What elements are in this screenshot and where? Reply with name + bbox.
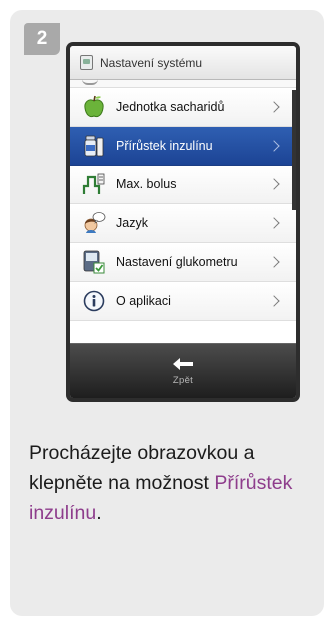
step-number-badge: 2 [24, 23, 60, 55]
meter-settings-icon [82, 250, 106, 274]
menu-item-label: Přírůstek inzulínu [116, 138, 213, 153]
insulin-vial-icon [82, 134, 106, 158]
menu-item-carb-unit[interactable]: Jednotka sacharidů [70, 88, 296, 127]
chevron-right-icon [268, 178, 280, 191]
screen-title-bar: Nastavení systému [70, 46, 296, 80]
back-button[interactable]: Zpět [70, 343, 296, 398]
menu-item-insulin-increment[interactable]: Přírůstek inzulínu [70, 126, 296, 166]
info-icon [82, 289, 106, 313]
chevron-right-icon [268, 256, 280, 268]
menu-item-label: Jednotka sacharidů [116, 99, 225, 114]
chevron-right-icon [268, 101, 280, 113]
menu-item-label: Max. bolus [116, 177, 177, 192]
chevron-right-icon [268, 217, 280, 229]
previous-item-peek [70, 80, 296, 88]
instruction-text: Procházejte obrazovkou a klepněte na mož… [29, 438, 319, 528]
menu-item-label: Jazyk [116, 216, 148, 231]
device-screen: Nastavení systému Jednotka sacharidů Pří… [70, 46, 296, 398]
chevron-right-icon [268, 295, 280, 307]
menu-item-language[interactable]: Jazyk [70, 204, 296, 244]
screen-title: Nastavení systému [100, 55, 203, 70]
menu-item-about[interactable]: O aplikaci [70, 281, 296, 321]
instruction-card: 2 Nastavení systému Jednotka sacharidů P… [10, 10, 324, 616]
back-label: Zpět [172, 374, 194, 386]
instruction-text-after: . [96, 502, 102, 524]
chevron-right-icon [268, 140, 280, 152]
language-icon [82, 211, 106, 235]
apple-icon [82, 95, 106, 119]
device-frame: Nastavení systému Jednotka sacharidů Pří… [66, 42, 300, 402]
back-arrow-icon [173, 357, 193, 370]
scrollbar[interactable] [292, 90, 296, 210]
menu-item-label: Nastavení glukometru [116, 255, 238, 270]
meter-icon [80, 55, 93, 70]
menu-item-max-bolus[interactable]: Max. bolus [70, 165, 296, 205]
menu-item-meter-settings[interactable]: Nastavení glukometru [70, 243, 296, 282]
max-bolus-icon [82, 172, 106, 196]
menu-item-label: O aplikaci [116, 293, 171, 308]
